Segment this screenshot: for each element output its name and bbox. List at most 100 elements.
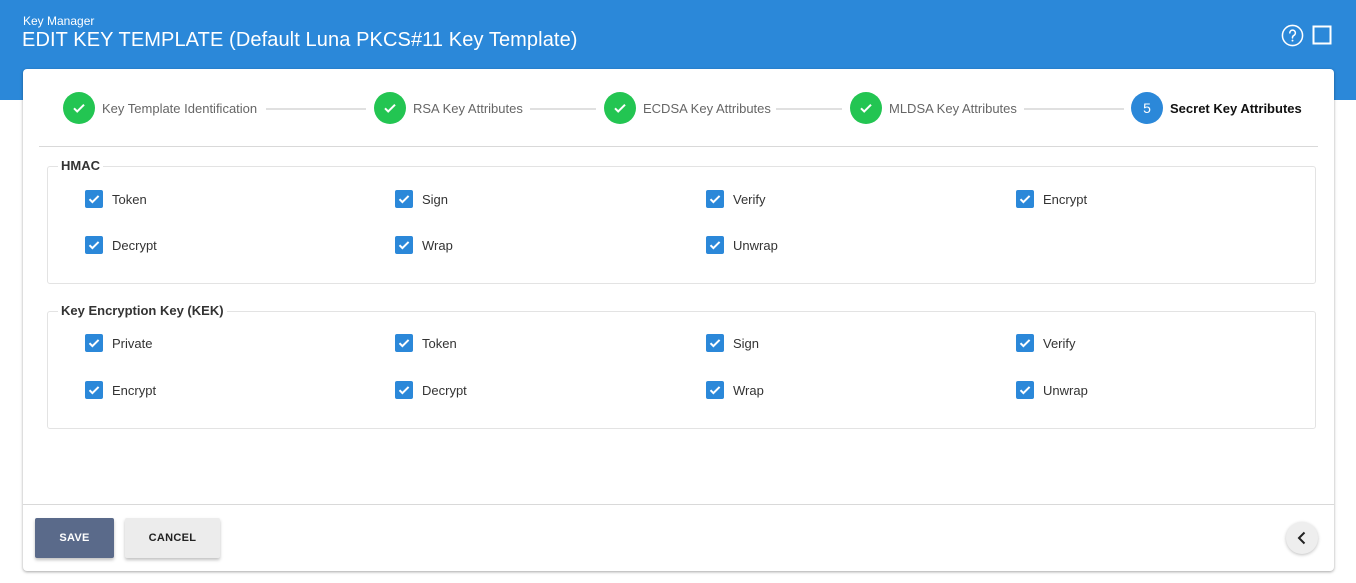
checkmark-icon — [398, 241, 410, 250]
section-title: Key Encryption Key (KEK) — [58, 303, 227, 319]
step-ecdsa-key-attributes[interactable]: ECDSA Key Attributes — [604, 92, 771, 124]
checkbox[interactable] — [706, 236, 724, 254]
collapse-button[interactable] — [1286, 522, 1318, 554]
kek-private-checkbox[interactable]: Private — [85, 334, 152, 352]
checkmark-icon — [398, 386, 410, 395]
step-key-template-identification[interactable]: Key Template Identification — [63, 92, 257, 124]
step-complete-badge — [374, 92, 406, 124]
chevron-left-icon — [1297, 531, 1306, 545]
card-footer: SAVE CANCEL — [23, 504, 1334, 571]
checkbox-label: Token — [422, 335, 457, 351]
check-icon — [73, 103, 85, 113]
step-complete-badge — [604, 92, 636, 124]
maximize-button[interactable] — [1310, 23, 1334, 47]
checkbox[interactable] — [395, 236, 413, 254]
app-name: Key Manager — [23, 14, 95, 28]
section-title: HMAC — [58, 158, 103, 174]
step-complete-badge — [850, 92, 882, 124]
header-actions — [1280, 23, 1334, 47]
kek-decrypt-checkbox[interactable]: Decrypt — [395, 381, 467, 399]
step-connector — [1024, 108, 1124, 110]
checkbox-label: Verify — [733, 191, 766, 207]
checkmark-icon — [88, 386, 100, 395]
checkbox[interactable] — [395, 190, 413, 208]
checkmark-icon — [709, 241, 721, 250]
checkbox-label: Verify — [1043, 335, 1076, 351]
hmac-encrypt-checkbox[interactable]: Encrypt — [1016, 190, 1087, 208]
edit-template-card: Key Template Identification RSA Key Attr… — [23, 69, 1334, 571]
check-icon — [384, 103, 396, 113]
help-button[interactable] — [1280, 23, 1304, 47]
checkbox[interactable] — [85, 381, 103, 399]
checkbox-label: Wrap — [422, 237, 453, 253]
hmac-section: HMAC Token Sign Verify Encrypt Decrypt W… — [47, 158, 1316, 284]
checkmark-icon — [709, 386, 721, 395]
step-secret-key-attributes[interactable]: 5 Secret Key Attributes — [1131, 92, 1302, 124]
checkbox-label: Decrypt — [422, 382, 467, 398]
step-label: Secret Key Attributes — [1170, 100, 1302, 116]
hmac-wrap-checkbox[interactable]: Wrap — [395, 236, 453, 254]
checkbox-label: Unwrap — [733, 237, 778, 253]
checkbox-label: Unwrap — [1043, 382, 1088, 398]
step-connector — [530, 108, 596, 110]
square-icon — [1312, 25, 1332, 45]
kek-encrypt-checkbox[interactable]: Encrypt — [85, 381, 156, 399]
checkmark-icon — [709, 339, 721, 348]
checkbox[interactable] — [85, 334, 103, 352]
checkmark-icon — [88, 195, 100, 204]
step-label: RSA Key Attributes — [413, 100, 523, 116]
kek-sign-checkbox[interactable]: Sign — [706, 334, 759, 352]
checkmark-icon — [709, 195, 721, 204]
kek-token-checkbox[interactable]: Token — [395, 334, 457, 352]
checkbox-label: Encrypt — [112, 382, 157, 398]
checkbox[interactable] — [1016, 190, 1034, 208]
hmac-verify-checkbox[interactable]: Verify — [706, 190, 766, 208]
checkbox[interactable] — [706, 334, 724, 352]
checkmark-icon — [88, 339, 100, 348]
cancel-button[interactable]: CANCEL — [125, 518, 220, 558]
checkbox-label: Sign — [422, 191, 449, 207]
checkbox-label: Wrap — [733, 382, 764, 398]
checkbox[interactable] — [706, 190, 724, 208]
step-rsa-key-attributes[interactable]: RSA Key Attributes — [374, 92, 523, 124]
checkbox[interactable] — [85, 190, 103, 208]
checkbox-label: Decrypt — [112, 237, 157, 253]
check-icon — [614, 103, 626, 113]
hmac-decrypt-checkbox[interactable]: Decrypt — [85, 236, 157, 254]
checkbox[interactable] — [1016, 381, 1034, 399]
step-complete-badge — [63, 92, 95, 124]
checkbox-label: Token — [112, 191, 147, 207]
step-connector — [776, 108, 842, 110]
step-label: Key Template Identification — [102, 100, 258, 116]
kek-section: Key Encryption Key (KEK) Private Token S… — [47, 303, 1316, 429]
kek-verify-checkbox[interactable]: Verify — [1016, 334, 1076, 352]
wizard-stepper: Key Template Identification RSA Key Attr… — [39, 69, 1318, 147]
page-title: EDIT KEY TEMPLATE (Default Luna PKCS#11 … — [22, 29, 578, 51]
step-connector — [266, 108, 366, 110]
step-mldsa-key-attributes[interactable]: MLDSA Key Attributes — [850, 92, 1017, 124]
checkmark-icon — [1019, 339, 1031, 348]
checkbox[interactable] — [1016, 334, 1034, 352]
help-circle-icon — [1281, 24, 1303, 46]
kek-wrap-checkbox[interactable]: Wrap — [706, 381, 764, 399]
hmac-sign-checkbox[interactable]: Sign — [395, 190, 448, 208]
check-icon — [860, 103, 872, 113]
checkmark-icon — [398, 195, 410, 204]
checkbox[interactable] — [85, 236, 103, 254]
step-label: ECDSA Key Attributes — [643, 100, 771, 116]
hmac-token-checkbox[interactable]: Token — [85, 190, 147, 208]
checkbox[interactable] — [395, 334, 413, 352]
save-button[interactable]: SAVE — [35, 518, 114, 558]
checkbox-label: Sign — [733, 335, 760, 351]
checkmark-icon — [88, 241, 100, 250]
step-label: MLDSA Key Attributes — [889, 100, 1017, 116]
kek-unwrap-checkbox[interactable]: Unwrap — [1016, 381, 1088, 399]
checkmark-icon — [1019, 386, 1031, 395]
checkbox-label: Encrypt — [1043, 191, 1088, 207]
hmac-unwrap-checkbox[interactable]: Unwrap — [706, 236, 778, 254]
step-number-badge: 5 — [1131, 92, 1163, 124]
checkbox-label: Private — [112, 335, 153, 351]
checkbox[interactable] — [395, 381, 413, 399]
checkbox[interactable] — [706, 381, 724, 399]
checkmark-icon — [1019, 195, 1031, 204]
